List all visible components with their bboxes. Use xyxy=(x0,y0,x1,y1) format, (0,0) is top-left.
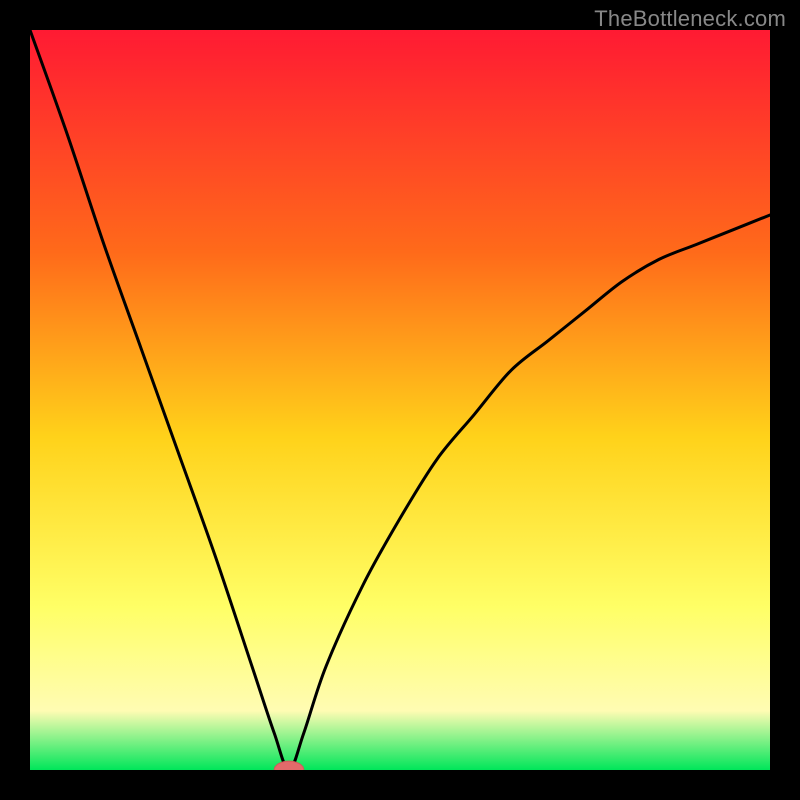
chart-svg xyxy=(30,30,770,770)
plot-area xyxy=(30,30,770,770)
chart-frame: TheBottleneck.com xyxy=(0,0,800,800)
gradient-bg xyxy=(30,30,770,770)
watermark-text: TheBottleneck.com xyxy=(594,6,786,32)
